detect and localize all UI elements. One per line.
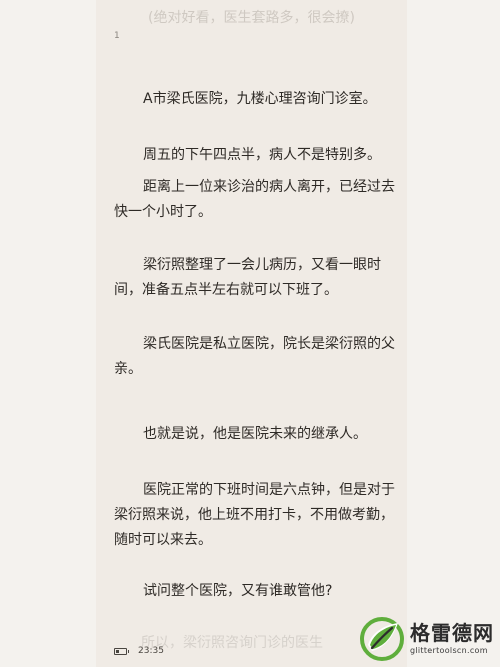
site-watermark: 格雷德网 glittertoolscn.com — [358, 614, 498, 664]
paragraph-7: 医院正常的下班时间是六点钟，但是对于梁衍照来说，他上班不用打卡，不用做考勤，随时… — [114, 482, 395, 548]
watermark-title: 格雷德网 — [410, 621, 494, 645]
paragraph-6: 也就是说，他是医院未来的继承人。 — [143, 426, 367, 442]
paragraph-5: 梁氏医院是私立医院，院长是梁衍照的父亲。 — [114, 336, 395, 377]
reader-page[interactable]: (绝对好看，医生套路多，很会撩) 1 A市梁氏医院，九楼心理咨询门诊室。 周五的… — [96, 0, 407, 667]
battery-level — [116, 649, 119, 653]
battery-icon — [114, 647, 129, 655]
watermark-url: glittertoolscn.com — [410, 646, 488, 655]
reader-status-bar: 23:35 — [114, 644, 164, 658]
paragraph-1: A市梁氏医院，九楼心理咨询门诊室。 — [143, 91, 377, 107]
paragraph-4: 梁衍照整理了一会儿病历，又看一眼时间，准备五点半左右就可以下班了。 — [114, 257, 381, 298]
status-time: 23:35 — [138, 646, 164, 656]
next-line-faded: 所以，梁衍照咨询门诊的医生 — [141, 635, 323, 651]
chapter-subtitle-faded: (绝对好看，医生套路多，很会撩) — [148, 10, 355, 26]
leaf-logo-icon — [360, 617, 404, 661]
paragraph-3: 距离上一位来诊治的病人离开，已经过去快一个小时了。 — [114, 179, 395, 220]
paragraph-8: 试问整个医院，又有谁敢管他? — [143, 583, 333, 599]
paragraph-2: 周五的下午四点半，病人不是特别多。 — [143, 147, 381, 163]
page-number: 1 — [114, 31, 120, 41]
